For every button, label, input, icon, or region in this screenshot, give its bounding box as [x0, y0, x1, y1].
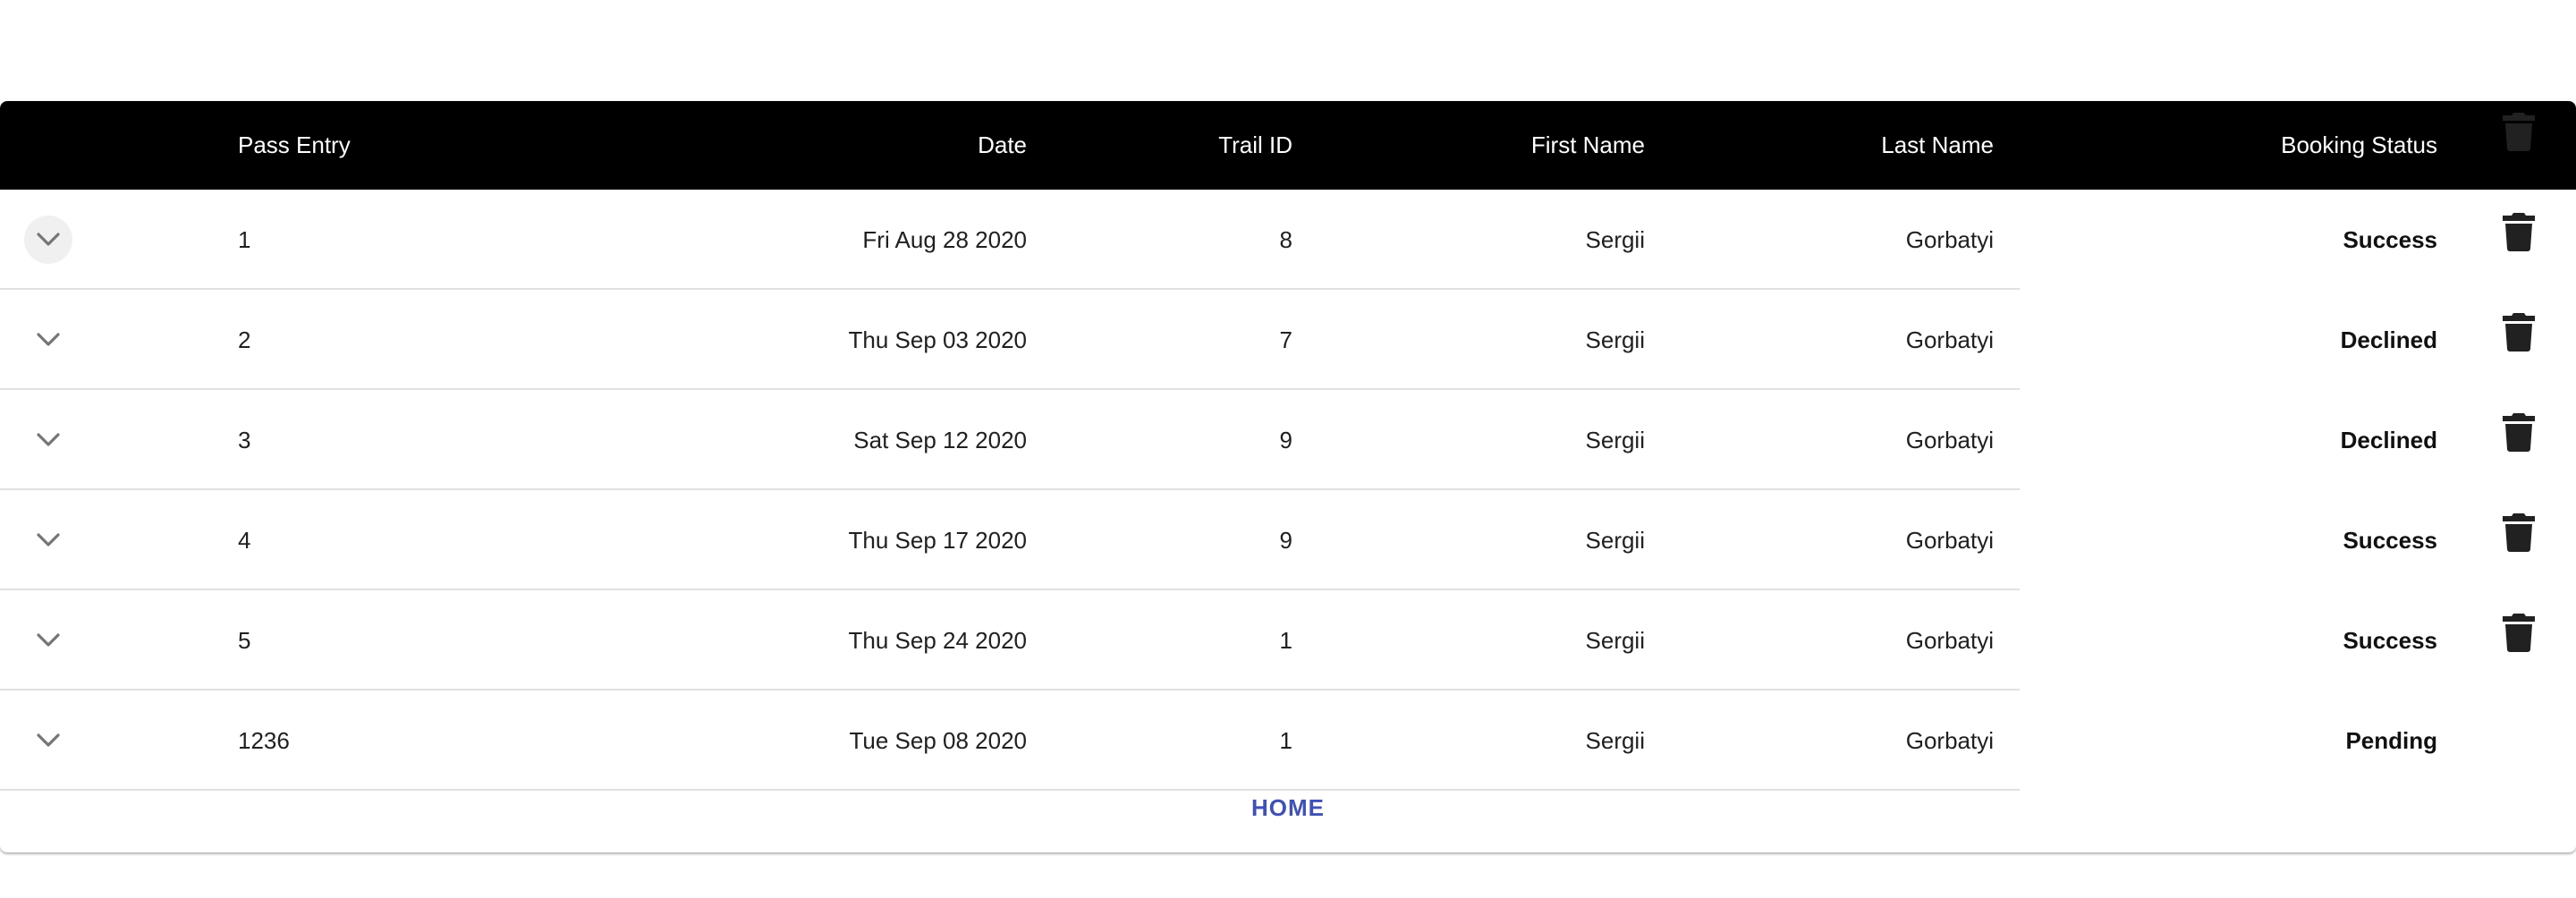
cell-booking-status: Success	[2343, 627, 2437, 654]
column-header-trail-id: Trail ID	[1218, 131, 1292, 158]
delete-row-button[interactable]	[2501, 512, 2537, 553]
trash-icon	[2501, 311, 2537, 357]
cell-booking-status: Declined	[2340, 427, 2437, 453]
expand-row-button[interactable]	[24, 416, 72, 464]
table-row: 2 Thu Sep 03 2020 7 Sergii Gorbatyi Declined	[0, 290, 2576, 390]
column-header-date: Date	[978, 131, 1027, 158]
home-link[interactable]: HOME	[0, 794, 2576, 822]
cell-last-name: Gorbatyi	[1905, 527, 1994, 554]
table-row: 4 Thu Sep 17 2020 9 Sergii Gorbatyi Success	[0, 490, 2576, 590]
cell-date: Thu Sep 24 2020	[848, 627, 1028, 654]
cell-first-name: Sergii	[1585, 627, 1645, 654]
cell-last-name: Gorbatyi	[1905, 226, 1994, 253]
cell-first-name: Sergii	[1585, 727, 1645, 754]
expand-row-button[interactable]	[24, 616, 72, 665]
cell-last-name: Gorbatyi	[1905, 326, 1994, 353]
cell-pass-entry: 1	[238, 226, 251, 253]
cell-trail-id: 7	[1279, 326, 1292, 353]
cell-pass-entry: 5	[238, 627, 251, 654]
column-header-pass-entry: Pass Entry	[238, 131, 351, 158]
cell-booking-status: Declined	[2340, 326, 2437, 353]
cell-date: Thu Sep 03 2020	[848, 326, 1028, 353]
cell-booking-status: Success	[2343, 527, 2437, 554]
trash-icon	[2501, 211, 2537, 257]
column-header-booking-status: Booking Status	[2281, 131, 2437, 158]
delete-row-button[interactable]	[2501, 111, 2537, 152]
cell-booking-status: Pending	[2345, 727, 2437, 754]
cell-trail-id: 1	[1279, 727, 1292, 754]
chevron-down-icon	[37, 533, 60, 547]
cell-booking-status: Success	[2343, 226, 2437, 253]
trash-icon	[2501, 512, 2537, 557]
column-header-first-name: First Name	[1530, 131, 1645, 158]
row-divider	[0, 789, 2020, 791]
cell-first-name: Sergii	[1585, 427, 1645, 453]
chevron-down-icon	[37, 733, 60, 748]
delete-row-button[interactable]	[2501, 612, 2537, 653]
table-row: 3 Sat Sep 12 2020 9 Sergii Gorbatyi Declined	[0, 390, 2576, 490]
chevron-down-icon	[37, 233, 60, 247]
table-row: 1236 Tue Sep 08 2020 1 Sergii Gorbatyi Pendin…	[0, 690, 2576, 791]
cell-first-name: Sergii	[1585, 326, 1645, 353]
expand-row-button[interactable]	[24, 216, 72, 264]
cell-date: Tue Sep 08 2020	[849, 727, 1027, 754]
cell-trail-id: 8	[1279, 226, 1292, 253]
delete-row-button[interactable]	[2501, 311, 2537, 352]
chevron-down-icon	[37, 333, 60, 347]
bookings-table-card: Pass Entry Date Trail ID First Name Last…	[0, 101, 2576, 852]
chevron-down-icon	[37, 633, 60, 648]
cell-trail-id: 1	[1279, 627, 1292, 654]
cell-pass-entry: 4	[238, 527, 251, 554]
chevron-down-icon	[37, 433, 60, 447]
cell-last-name: Gorbatyi	[1905, 727, 1994, 754]
table-row: 1 Fri Aug 28 2020 8 Sergii Gorbatyi Success	[0, 190, 2576, 290]
cell-date: Fri Aug 28 2020	[862, 226, 1027, 253]
trash-icon	[2501, 111, 2537, 157]
expand-row-button[interactable]	[24, 516, 72, 564]
table-row: 5 Thu Sep 24 2020 1 Sergii Gorbatyi Success	[0, 590, 2576, 690]
delete-row-button[interactable]	[2501, 411, 2537, 453]
cell-last-name: Gorbatyi	[1905, 627, 1994, 654]
delete-row-button[interactable]	[2501, 211, 2537, 252]
cell-pass-entry: 2	[238, 326, 251, 353]
cell-date: Sat Sep 12 2020	[853, 427, 1027, 453]
expand-row-button[interactable]	[24, 316, 72, 364]
trash-icon	[2501, 612, 2537, 657]
cell-pass-entry: 1236	[238, 727, 290, 754]
cell-first-name: Sergii	[1585, 527, 1645, 554]
trash-icon	[2501, 411, 2537, 457]
cell-first-name: Sergii	[1585, 226, 1645, 253]
cell-trail-id: 9	[1279, 427, 1292, 453]
cell-last-name: Gorbatyi	[1905, 427, 1994, 453]
cell-pass-entry: 3	[238, 427, 251, 453]
column-header-last-name: Last Name	[1881, 131, 1994, 158]
cell-date: Thu Sep 17 2020	[848, 527, 1028, 554]
cell-trail-id: 9	[1279, 527, 1292, 554]
expand-row-button[interactable]	[24, 716, 72, 765]
table-header: Pass Entry Date Trail ID First Name Last…	[0, 101, 2576, 190]
